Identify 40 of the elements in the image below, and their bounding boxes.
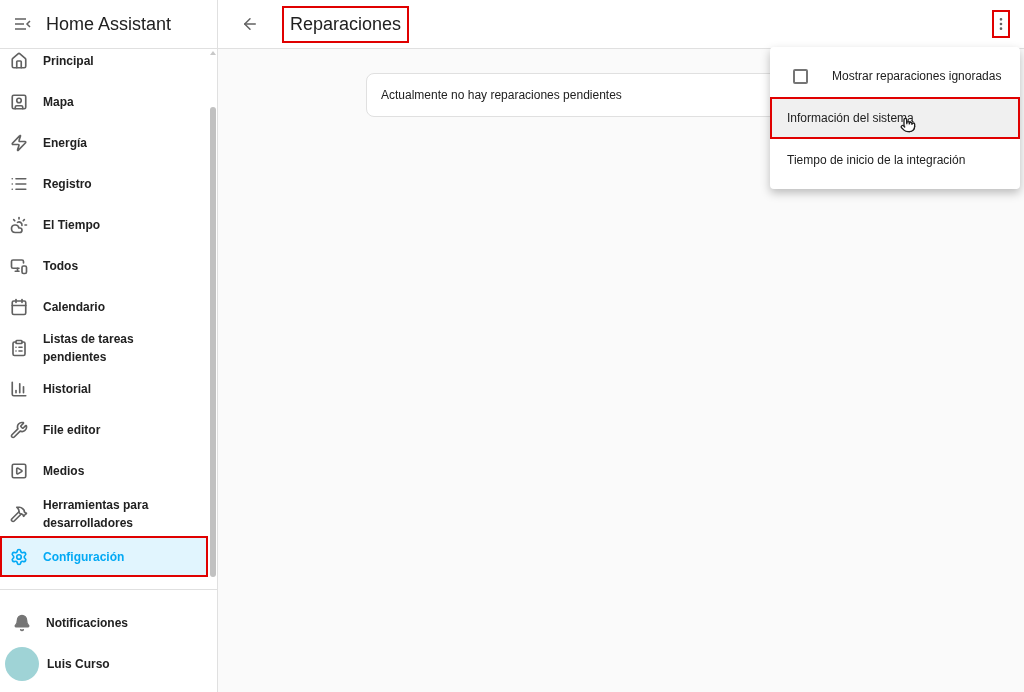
- devices-icon: [10, 256, 28, 275]
- sidebar-item[interactable]: El Tiempo: [0, 204, 208, 245]
- scrollbar-thumb[interactable]: [209, 107, 216, 577]
- sidebar-item[interactable]: Principal: [0, 49, 208, 81]
- notifications-item[interactable]: Notificaciones: [0, 602, 217, 643]
- bar-chart-icon: [10, 379, 28, 398]
- sidebar-item[interactable]: Medios: [0, 450, 208, 491]
- settings-icon: [10, 547, 28, 566]
- user-item[interactable]: Luis Curso: [0, 643, 217, 684]
- hammer-icon: [10, 504, 28, 523]
- sidebar-item[interactable]: Todos: [0, 245, 208, 286]
- sidebar-item[interactable]: Energía: [0, 122, 208, 163]
- more-menu-button[interactable]: [992, 10, 1010, 38]
- menu-toggle-button[interactable]: [14, 15, 32, 33]
- sidebar-item[interactable]: Listas de tareas pendientes: [0, 327, 208, 368]
- app-title: Home Assistant: [46, 12, 172, 36]
- wrench-icon: [10, 420, 28, 439]
- calendar-icon: [10, 297, 28, 316]
- menu-item[interactable]: Información del sistema: [770, 97, 1020, 139]
- scroll-up-icon: [209, 51, 216, 55]
- play-icon: [10, 461, 28, 480]
- page-title: Reparaciones: [282, 5, 410, 43]
- sidebar-item[interactable]: File editor: [0, 409, 208, 450]
- avatar: [5, 646, 39, 681]
- weather-icon: [10, 215, 28, 234]
- menu-item[interactable]: Mostrar reparaciones ignoradas: [770, 55, 1020, 97]
- sidebar-item[interactable]: Herramientas para desarrolladores: [0, 491, 208, 536]
- checkbox[interactable]: [793, 68, 808, 84]
- sidebar-item[interactable]: Mapa: [0, 81, 208, 122]
- sidebar-item[interactable]: Calendario: [0, 286, 208, 327]
- contact-card-icon: [10, 92, 28, 111]
- home-icon: [10, 51, 28, 70]
- sidebar-item[interactable]: Registro: [0, 163, 208, 204]
- bell-icon: [13, 613, 31, 632]
- lightning-icon: [10, 133, 28, 152]
- menu-collapse-icon: [15, 18, 31, 30]
- menu-item[interactable]: Tiempo de inicio de la integración: [770, 139, 1020, 181]
- empty-message: Actualmente no hay reparaciones pendientes: [381, 87, 622, 104]
- clipboard-icon: [10, 338, 28, 357]
- sidebar-item[interactable]: Historial: [0, 368, 208, 409]
